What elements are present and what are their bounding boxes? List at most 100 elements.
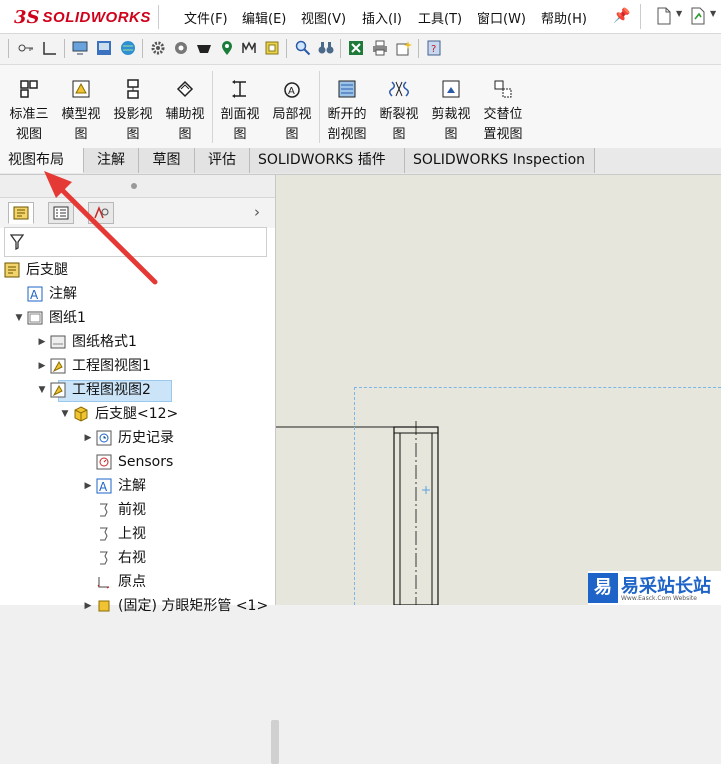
ribbon-label: 图 xyxy=(285,127,299,142)
hatch-icon[interactable] xyxy=(242,40,258,56)
ribbon-label: 图 xyxy=(126,127,140,142)
ribbon-label: 剖面视 xyxy=(220,107,260,122)
ribbon-label: 图 xyxy=(74,127,88,142)
menu-file[interactable]: 文件(F) xyxy=(184,8,228,27)
detail-view-button[interactable]: A 局部视 图 xyxy=(266,79,318,145)
svg-text:A: A xyxy=(30,288,39,302)
tree-item-label: 后支腿 xyxy=(26,262,68,278)
expand-down-icon[interactable]: ▼ xyxy=(59,402,71,426)
tree-item[interactable]: ▼ 工程图视图2 xyxy=(0,378,275,402)
expand-down-icon[interactable]: ▼ xyxy=(13,306,25,330)
break-view-button[interactable]: 断裂视 图 xyxy=(373,79,425,145)
ribbon-label: 图 xyxy=(392,127,406,142)
tree-item-label: 历史记录 xyxy=(118,430,174,446)
tab-view-layout[interactable]: 视图布局 xyxy=(0,148,84,173)
tree-item[interactable]: 上视 xyxy=(0,522,275,546)
origin-icon xyxy=(97,577,110,589)
panel-resize-handle[interactable] xyxy=(271,720,279,764)
chevron-down-icon[interactable]: ▼ xyxy=(710,9,716,18)
tab-annotation[interactable]: 注解 xyxy=(84,148,139,173)
crop-view-button[interactable]: 剪裁视 图 xyxy=(425,79,477,145)
open-document-icon[interactable] xyxy=(690,7,706,25)
panel-tabs: › xyxy=(0,198,275,228)
filter-icon[interactable] xyxy=(10,234,24,250)
tree-item[interactable]: A 注解 xyxy=(0,282,275,306)
search-icon[interactable] xyxy=(295,40,311,56)
menu-window[interactable]: 窗口(W) xyxy=(477,8,526,27)
dimension-icon[interactable] xyxy=(42,40,58,56)
sparkle-icon[interactable] xyxy=(396,40,412,56)
menu-tools[interactable]: 工具(T) xyxy=(418,8,462,27)
tree-item[interactable]: 前视 xyxy=(0,498,275,522)
tab-solidworks-inspection[interactable]: SOLIDWORKS Inspection xyxy=(405,148,595,173)
settings-icon[interactable] xyxy=(173,40,189,56)
print-icon[interactable] xyxy=(372,40,388,56)
feature-manager-tab[interactable] xyxy=(8,202,34,224)
expand-right-icon[interactable]: ▶ xyxy=(36,330,48,354)
tree-item-label: 工程图视图1 xyxy=(72,358,151,374)
standard-3view-button[interactable]: 标准三 视图 xyxy=(3,79,55,145)
chevron-right-icon[interactable]: › xyxy=(254,203,260,221)
tab-solidworks-addins[interactable]: SOLIDWORKS 插件 xyxy=(250,148,405,173)
expand-right-icon[interactable]: ▶ xyxy=(82,594,94,618)
tree-item[interactable]: ▼ 图纸1 xyxy=(0,306,275,330)
expand-right-icon[interactable]: ▶ xyxy=(82,426,94,450)
ribbon-label: 剪裁视 xyxy=(431,107,471,122)
gear-icon[interactable] xyxy=(150,40,166,56)
projected-view-button[interactable]: 投影视 图 xyxy=(107,79,159,145)
tree-item[interactable]: ▶ 历史记录 xyxy=(0,426,275,450)
layer-icon[interactable] xyxy=(264,40,280,56)
tree-item-label: 图纸格式1 xyxy=(72,334,137,350)
tab-evaluate[interactable]: 评估 xyxy=(195,148,250,173)
solidworks-logo: 3S SOLIDWORKS xyxy=(14,5,151,29)
tree-item[interactable]: ▶ 图纸格式1 xyxy=(0,330,275,354)
tree-item-label: 原点 xyxy=(118,574,146,590)
auxiliary-view-button[interactable]: 辅助视 图 xyxy=(159,79,211,145)
ribbon-label: 断开的 xyxy=(327,107,367,122)
pin-icon[interactable]: 📌 xyxy=(613,8,630,24)
tree-item[interactable]: 原点 xyxy=(0,570,275,594)
binoculars-icon[interactable] xyxy=(318,40,334,56)
expand-right-icon[interactable]: ▶ xyxy=(36,354,48,378)
bowl-icon[interactable] xyxy=(196,40,212,56)
display-icon[interactable] xyxy=(96,40,112,56)
divider xyxy=(418,39,419,58)
tree-item[interactable]: 后支腿 xyxy=(0,258,275,282)
menu-view[interactable]: 视图(V) xyxy=(301,8,346,27)
crop-view-icon xyxy=(442,80,460,98)
menu-help[interactable]: 帮助(H) xyxy=(541,8,587,27)
expand-down-icon[interactable]: ▼ xyxy=(36,378,48,402)
expand-right-icon[interactable]: ▶ xyxy=(82,474,94,498)
menu-insert[interactable]: 插入(I) xyxy=(362,8,402,27)
model-view-button[interactable]: 模型视 图 xyxy=(55,79,107,145)
new-document-icon[interactable] xyxy=(656,7,672,25)
grip-dot-icon xyxy=(131,183,137,189)
tree-item[interactable]: ▶ (固定) 方眼矩形管 <1> xyxy=(0,594,275,618)
menu-edit[interactable]: 编辑(E) xyxy=(242,8,286,27)
config-manager-tab[interactable] xyxy=(88,202,114,224)
tab-sketch[interactable]: 草图 xyxy=(139,148,195,173)
weldment-icon xyxy=(98,600,110,612)
help-book-icon[interactable]: ? xyxy=(426,40,442,56)
location-icon[interactable] xyxy=(219,40,235,56)
panel-grip[interactable] xyxy=(0,175,275,198)
tree-item[interactable]: Sensors xyxy=(0,450,275,474)
section-view-button[interactable]: 剖面视 图 xyxy=(214,79,266,145)
key-icon[interactable] xyxy=(18,40,34,56)
tree-item[interactable]: ▼ 后支腿<12> xyxy=(0,402,275,426)
broken-out-section-button[interactable]: 断开的 剖视图 xyxy=(321,79,373,145)
commandmanager-tabs: 视图布局 注解 草图 评估 SOLIDWORKS 插件 SOLIDWORKS I… xyxy=(0,148,721,175)
tree-item[interactable]: 右视 xyxy=(0,546,275,570)
ribbon-label: 模型视 xyxy=(61,107,101,122)
monitor-icon[interactable] xyxy=(72,40,88,56)
chevron-down-icon[interactable]: ▼ xyxy=(676,9,682,18)
tree-filter-box[interactable] xyxy=(4,227,267,257)
tree-item[interactable]: ▶ A 注解 xyxy=(0,474,275,498)
feature-tree-icon xyxy=(13,206,29,220)
property-manager-tab[interactable] xyxy=(48,202,74,224)
tree-item[interactable]: ▶ 工程图视图1 xyxy=(0,354,275,378)
alternate-position-button[interactable]: 交替位 置视图 xyxy=(477,79,529,145)
excel-icon[interactable] xyxy=(348,40,364,56)
globe-icon[interactable] xyxy=(120,40,136,56)
app-title: SOLIDWORKS xyxy=(42,8,151,26)
